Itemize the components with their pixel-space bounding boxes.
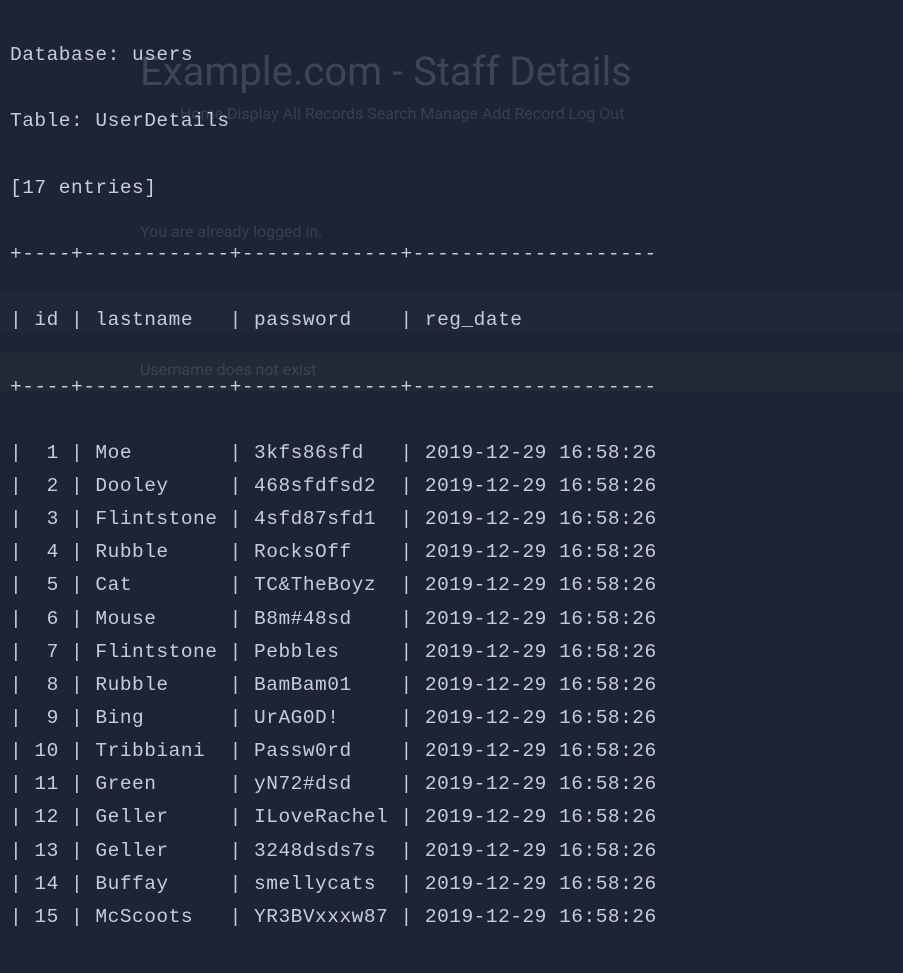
table-row: | 12 | Geller | ILoveRachel | 2019-12-29… bbox=[10, 801, 893, 834]
table-header-row: | id | lastname | password | reg_date bbox=[10, 304, 893, 337]
table-header-line: Table: UserDetails bbox=[10, 105, 893, 138]
table-row: | 10 | Tribbiani | Passw0rd | 2019-12-29… bbox=[10, 735, 893, 768]
table-row: | 2 | Dooley | 468sfdfsd2 | 2019-12-29 1… bbox=[10, 470, 893, 503]
terminal-output: Database: users Table: UserDetails [17 e… bbox=[0, 0, 903, 973]
table-divider: +----+------------+-------------+-------… bbox=[10, 371, 893, 404]
table-body: | 1 | Moe | 3kfs86sfd | 2019-12-29 16:58… bbox=[10, 437, 893, 934]
db-header-line: Database: users bbox=[10, 39, 893, 72]
table-row: | 13 | Geller | 3248dsds7s | 2019-12-29 … bbox=[10, 835, 893, 868]
table-row: | 9 | Bing | UrAG0D! | 2019-12-29 16:58:… bbox=[10, 702, 893, 735]
table-row: | 7 | Flintstone | Pebbles | 2019-12-29 … bbox=[10, 636, 893, 669]
table-row: | 4 | Rubble | RocksOff | 2019-12-29 16:… bbox=[10, 536, 893, 569]
table-row: | 11 | Green | yN72#dsd | 2019-12-29 16:… bbox=[10, 768, 893, 801]
table-row: | 8 | Rubble | BamBam01 | 2019-12-29 16:… bbox=[10, 669, 893, 702]
table-row: | 5 | Cat | TC&TheBoyz | 2019-12-29 16:5… bbox=[10, 569, 893, 602]
table-row: | 15 | McScoots | YR3BVxxxw87 | 2019-12-… bbox=[10, 901, 893, 934]
entries-count-line: [17 entries] bbox=[10, 172, 893, 205]
table-row: | 14 | Buffay | smellycats | 2019-12-29 … bbox=[10, 868, 893, 901]
table-row: | 6 | Mouse | B8m#48sd | 2019-12-29 16:5… bbox=[10, 603, 893, 636]
table-row: | 1 | Moe | 3kfs86sfd | 2019-12-29 16:58… bbox=[10, 437, 893, 470]
table-divider: +----+------------+-------------+-------… bbox=[10, 238, 893, 271]
table-row: | 3 | Flintstone | 4sfd87sfd1 | 2019-12-… bbox=[10, 503, 893, 536]
